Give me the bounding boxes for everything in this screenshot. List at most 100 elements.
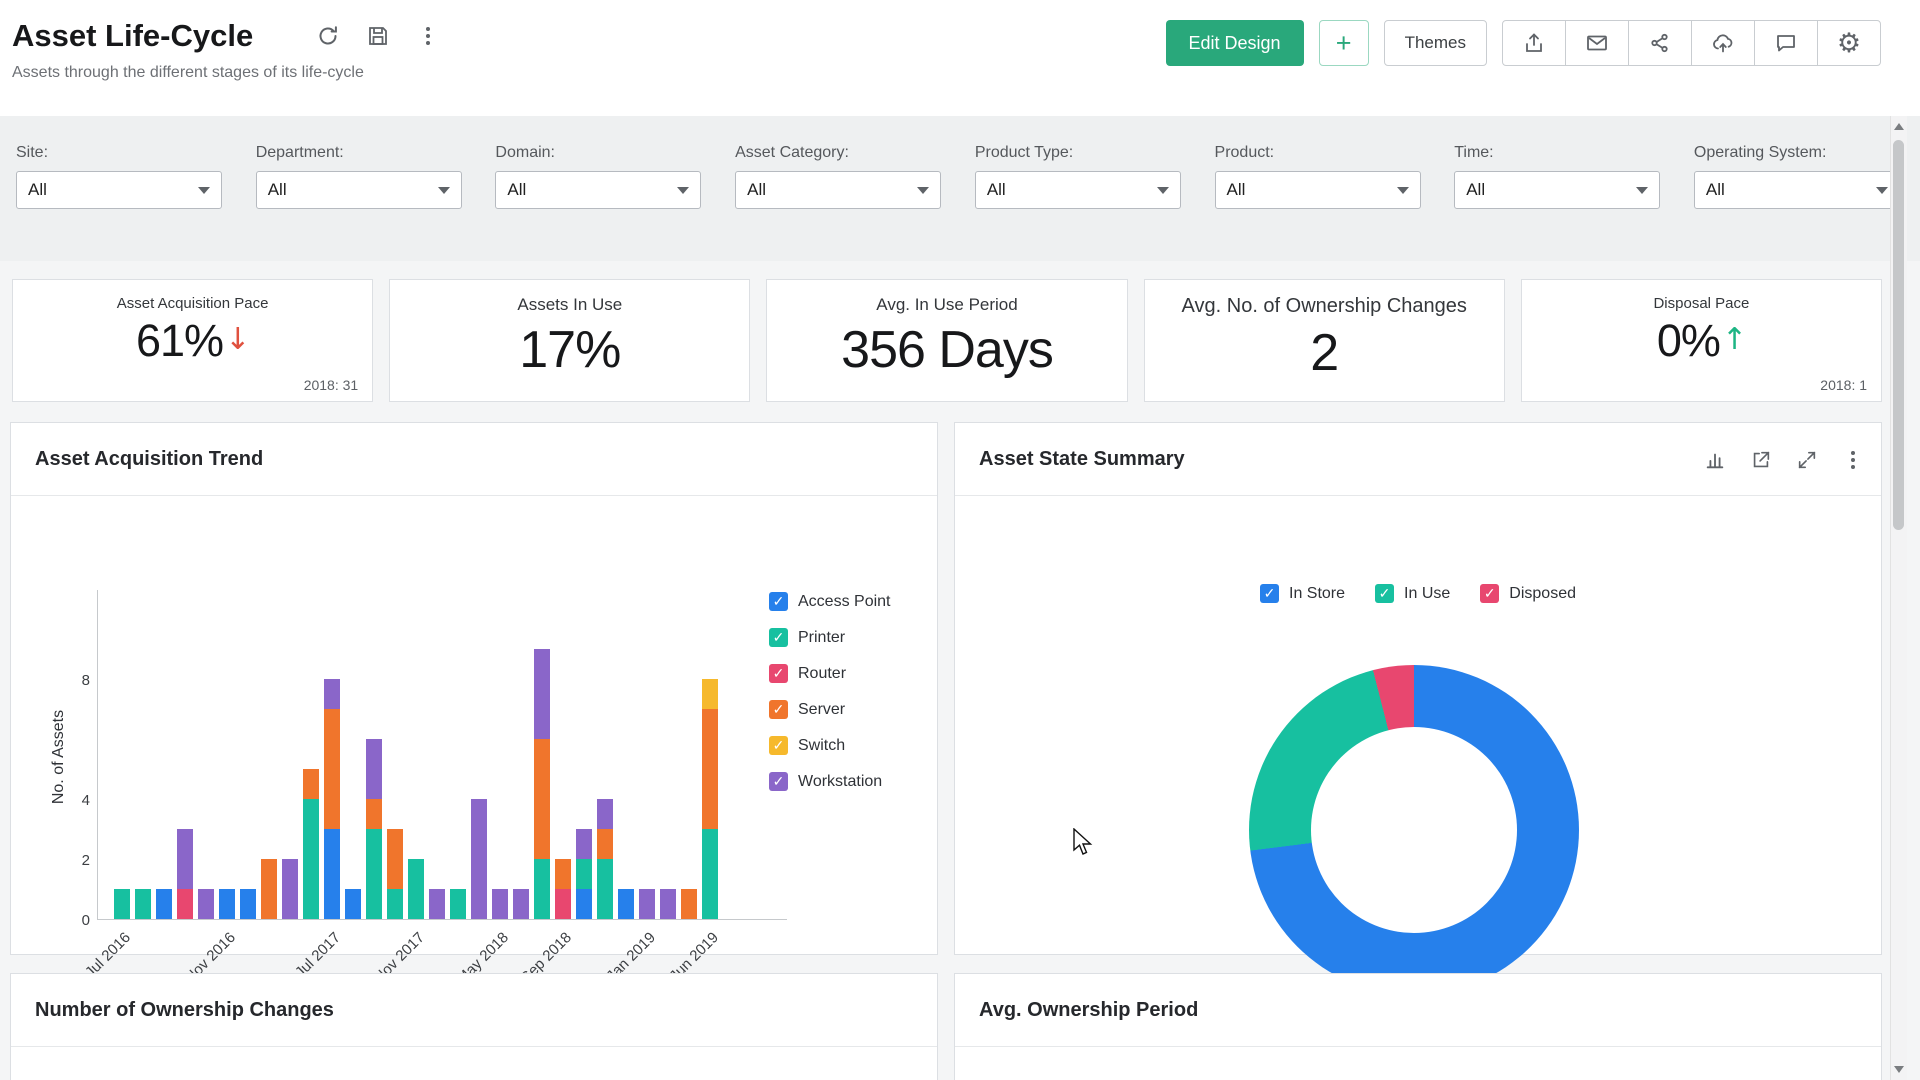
bar-15[interactable] xyxy=(429,889,445,919)
legend-item-access-point[interactable]: ✓Access Point xyxy=(769,592,890,611)
comments-button[interactable] xyxy=(1754,20,1818,66)
bar-3[interactable] xyxy=(177,829,193,919)
open-in-new-button[interactable] xyxy=(1749,448,1773,472)
bar-24[interactable] xyxy=(618,889,634,919)
refresh-button[interactable] xyxy=(315,23,341,49)
bar-21[interactable] xyxy=(555,859,571,919)
share-button[interactable] xyxy=(1628,20,1692,66)
bar-14[interactable] xyxy=(408,859,424,919)
bar-segment-access-point xyxy=(156,889,172,919)
scrollbar-thumb[interactable] xyxy=(1893,140,1904,530)
bar-13[interactable] xyxy=(387,829,403,919)
save-button[interactable] xyxy=(365,23,391,49)
bar-segment-printer xyxy=(135,889,151,919)
bar-segment-workstation xyxy=(660,889,676,919)
bar-segment-server xyxy=(534,739,550,859)
filter-select-domain[interactable]: All xyxy=(495,171,701,209)
bar-segment-access-point xyxy=(576,889,592,919)
filter-select-product[interactable]: All xyxy=(1215,171,1421,209)
kpi-asset-acquisition-pace: Asset Acquisition Pace61%↓2018: 31 xyxy=(12,279,373,402)
bar-11[interactable] xyxy=(345,889,361,919)
export-button[interactable] xyxy=(1502,20,1566,66)
envelope-icon xyxy=(1585,31,1609,55)
more-options-button[interactable] xyxy=(415,23,441,49)
bar-5[interactable] xyxy=(219,889,235,919)
bar-2[interactable] xyxy=(156,889,172,919)
legend-item-printer[interactable]: ✓Printer xyxy=(769,628,890,647)
filter-label: Asset Category: xyxy=(735,144,941,162)
donut-legend: ✓In Store ✓In Use ✓Disposed xyxy=(955,584,1881,603)
edit-design-button[interactable]: Edit Design xyxy=(1166,20,1304,66)
bar-segment-workstation xyxy=(471,799,487,919)
legend-item-workstation[interactable]: ✓Workstation xyxy=(769,772,890,791)
bar-26[interactable] xyxy=(660,889,676,919)
bar-12[interactable] xyxy=(366,739,382,919)
filter-select-asset-category[interactable]: All xyxy=(735,171,941,209)
bar-28[interactable] xyxy=(702,679,718,919)
bar-8[interactable] xyxy=(282,859,298,919)
add-button[interactable]: + xyxy=(1319,20,1369,66)
bar-17[interactable] xyxy=(471,799,487,919)
filter-label: Department: xyxy=(256,144,462,162)
panel-more-options-button[interactable] xyxy=(1841,448,1865,472)
publish-button[interactable] xyxy=(1691,20,1755,66)
donut-chart[interactable] xyxy=(1249,665,1579,995)
legend-item-disposed[interactable]: ✓Disposed xyxy=(1480,584,1576,603)
filter-product-type: Product Type:All xyxy=(975,144,1181,261)
header-icon-group: ⚙ xyxy=(1502,20,1881,66)
legend-item-server[interactable]: ✓Server xyxy=(769,700,890,719)
filter-select-time[interactable]: All xyxy=(1454,171,1660,209)
kpi-value: 356 Days xyxy=(767,320,1126,380)
legend-item-in-store[interactable]: ✓In Store xyxy=(1260,584,1345,603)
share-icon xyxy=(1648,31,1672,55)
bar-22[interactable] xyxy=(576,829,592,919)
bar-10[interactable] xyxy=(324,679,340,919)
bar-segment-printer xyxy=(450,889,466,919)
bar-27[interactable] xyxy=(681,889,697,919)
vertical-scrollbar[interactable] xyxy=(1890,116,1907,1080)
bar-23[interactable] xyxy=(597,799,613,919)
chevron-down-icon xyxy=(1876,187,1888,194)
bar-segment-server xyxy=(555,859,571,889)
panel-title: Asset Acquisition Trend xyxy=(35,448,263,471)
bar-16[interactable] xyxy=(450,889,466,919)
bar-25[interactable] xyxy=(639,889,655,919)
expand-button[interactable] xyxy=(1795,448,1819,472)
bar-segment-switch xyxy=(702,679,718,709)
filter-label: Domain: xyxy=(495,144,701,162)
dashboard-page: Asset Life-Cycle Assets through the diff… xyxy=(0,0,1920,1080)
panel-avg-ownership-period: Avg. Ownership Period xyxy=(954,973,1882,1080)
bar-19[interactable] xyxy=(513,889,529,919)
themes-button[interactable]: Themes xyxy=(1384,20,1487,66)
bar-18[interactable] xyxy=(492,889,508,919)
legend-label: Switch xyxy=(798,737,845,755)
filter-select-site[interactable]: All xyxy=(16,171,222,209)
kpi-title: Asset Acquisition Pace xyxy=(13,295,372,312)
bar-4[interactable] xyxy=(198,889,214,919)
save-icon xyxy=(366,24,390,48)
checkbox-checked-icon: ✓ xyxy=(769,592,788,611)
filter-select-product-type[interactable]: All xyxy=(975,171,1181,209)
email-button[interactable] xyxy=(1565,20,1629,66)
bar-0[interactable] xyxy=(114,889,130,919)
bar-7[interactable] xyxy=(261,859,277,919)
chart-type-button[interactable] xyxy=(1703,448,1727,472)
bar-segment-access-point xyxy=(219,889,235,919)
filter-select-operating-system[interactable]: All xyxy=(1694,171,1900,209)
settings-button[interactable]: ⚙ xyxy=(1817,20,1881,66)
bar-20[interactable] xyxy=(534,649,550,919)
open-in-new-icon xyxy=(1750,449,1772,471)
bar-9[interactable] xyxy=(303,769,319,919)
legend-label: Router xyxy=(798,665,846,683)
scroll-up-arrow-icon[interactable] xyxy=(1894,123,1904,130)
bar-segment-server xyxy=(303,769,319,799)
bar-1[interactable] xyxy=(135,889,151,919)
legend-item-switch[interactable]: ✓Switch xyxy=(769,736,890,755)
bar-6[interactable] xyxy=(240,889,256,919)
legend-item-router[interactable]: ✓Router xyxy=(769,664,890,683)
bar-segment-workstation xyxy=(324,679,340,709)
bar-segment-server xyxy=(366,799,382,829)
scroll-down-arrow-icon[interactable] xyxy=(1894,1066,1904,1073)
filter-select-department[interactable]: All xyxy=(256,171,462,209)
legend-item-in-use[interactable]: ✓In Use xyxy=(1375,584,1450,603)
